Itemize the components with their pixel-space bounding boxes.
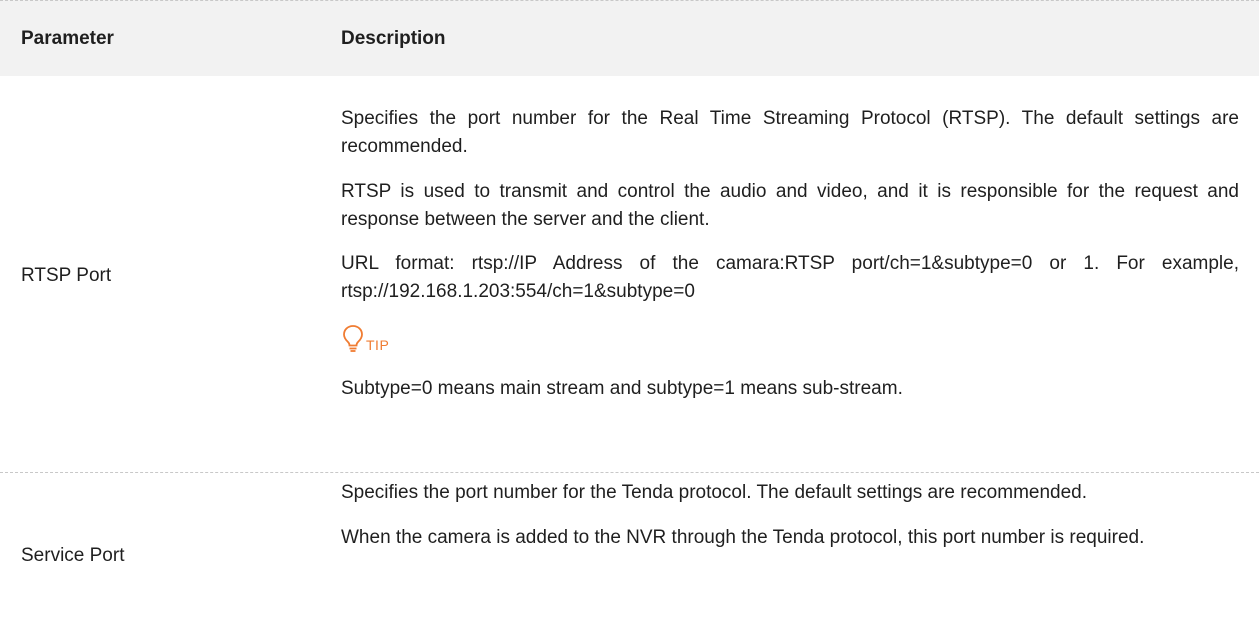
description-paragraph: Specifies the port number for the Real T…: [341, 108, 1239, 157]
parameter-cell: Service Port: [0, 473, 312, 639]
table-header-row: Parameter Description: [0, 0, 1259, 76]
description-paragraph: When the camera is added to the NVR thro…: [341, 527, 1145, 548]
lightbulb-icon: [341, 324, 365, 354]
tip-text: Subtype=0 means main stream and subtype=…: [341, 378, 903, 399]
table-row-rtsp-port: RTSP Port Specifies the port number for …: [0, 76, 1259, 473]
table-row-service-port: Service Port Specifies the port number f…: [0, 473, 1259, 639]
description-paragraph: Specifies the port number for the Tenda …: [341, 482, 1088, 503]
parameter-table: Parameter Description RTSP Port Specifie…: [0, 0, 1259, 639]
tip-label: TIP: [366, 337, 390, 353]
tip-heading: TIP: [341, 322, 1239, 354]
parameter-cell: RTSP Port: [0, 80, 312, 472]
description-paragraph: RTSP is used to transmit and control the…: [341, 181, 1239, 230]
parameter-name: RTSP Port: [21, 265, 112, 286]
description-cell: Specifies the port number for the Real T…: [312, 80, 1259, 472]
parameter-name: Service Port: [21, 545, 125, 566]
description-cell: Specifies the port number for the Tenda …: [312, 473, 1259, 639]
header-description: Description: [341, 27, 446, 49]
description-paragraph: URL format: rtsp://IP Address of the cam…: [341, 253, 1239, 302]
header-parameter: Parameter: [21, 27, 114, 49]
